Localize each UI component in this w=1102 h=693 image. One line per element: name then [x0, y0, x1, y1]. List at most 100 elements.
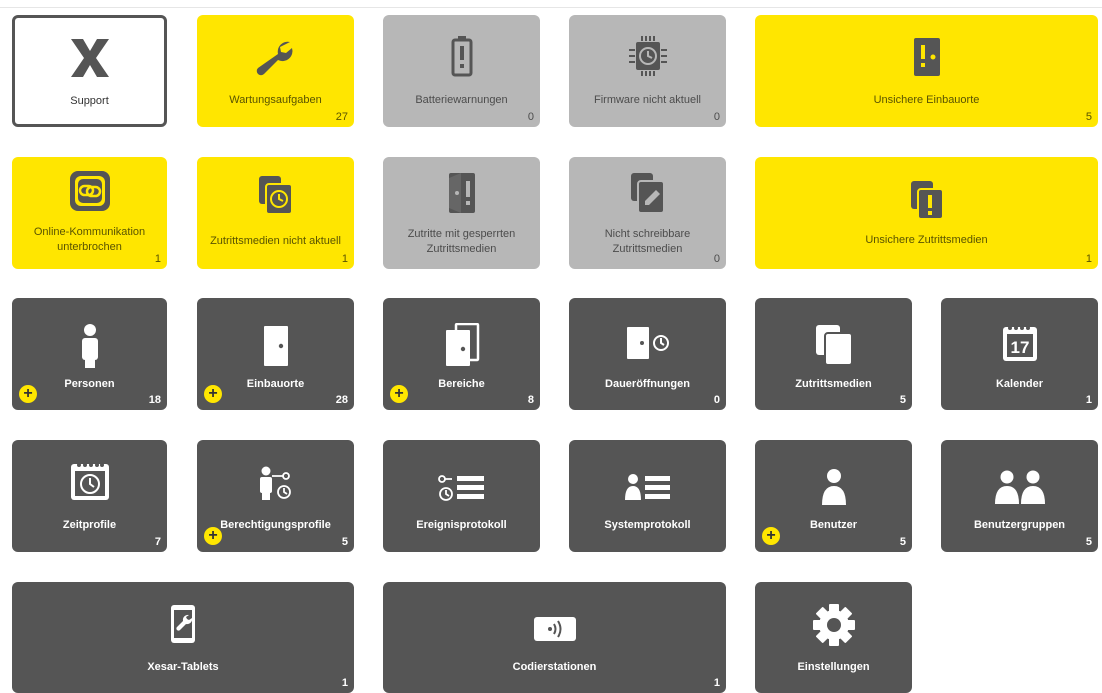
- tile-users[interactable]: Benutzer + 5: [755, 440, 912, 552]
- tile-label: Kalender: [995, 378, 1044, 390]
- tile-label: Support: [70, 95, 109, 107]
- link-icon: [69, 171, 110, 211]
- tile-maintenance[interactable]: Wartungsaufgaben 27: [197, 15, 354, 127]
- users-icon: [994, 470, 1045, 504]
- door-icon: [263, 326, 288, 366]
- tile-count: 0: [713, 394, 720, 406]
- tile-label: Codierstationen: [512, 661, 597, 673]
- tile-label: Xesar-Tablets: [147, 661, 219, 673]
- tile-count: 1: [1085, 253, 1092, 265]
- tile-permanent-open[interactable]: Daueröffnungen 0: [569, 298, 726, 410]
- tile-count: 5: [1085, 111, 1092, 123]
- tile-count: 1: [341, 253, 348, 265]
- tile-firmware[interactable]: Firmware nicht aktuell 0: [569, 15, 726, 127]
- tile-unsafe-media[interactable]: Unsichere Zutrittsmedien 1: [755, 157, 1098, 269]
- media-clock-icon: [258, 176, 293, 215]
- tile-battery[interactable]: Batteriewarnungen 0: [383, 15, 540, 127]
- tile-coding-stations[interactable]: Codierstationen 1: [383, 582, 726, 693]
- tile-label: Nicht schreibbare Zutrittsmedien: [604, 228, 691, 255]
- tile-settings[interactable]: Einstellungen: [755, 582, 912, 693]
- media-pen-icon: [630, 173, 665, 214]
- tile-permission-profiles[interactable]: Berechtigungsprofile + 5: [197, 440, 354, 552]
- tile-count: 1: [713, 677, 720, 689]
- add-user-button[interactable]: +: [762, 527, 780, 545]
- tile-label: Systemprotokoll: [604, 519, 691, 531]
- tile-count: 1: [154, 253, 161, 265]
- tile-label: Online-Kommunikation unterbrochen: [33, 226, 146, 253]
- tile-support[interactable]: Support: [12, 15, 167, 127]
- tile-user-groups[interactable]: Benutzergruppen 5: [941, 440, 1098, 552]
- tile-access-media[interactable]: Zutrittsmedien 5: [755, 298, 912, 410]
- tile-count: 0: [527, 111, 534, 123]
- add-location-button[interactable]: +: [204, 385, 222, 403]
- user-icon: [821, 469, 846, 505]
- top-divider: [0, 7, 1102, 8]
- tile-label: Firmware nicht aktuell: [594, 94, 701, 106]
- tile-count: 5: [1085, 536, 1092, 548]
- tile-label: Daueröffnungen: [605, 378, 690, 390]
- doors-icon: [445, 323, 479, 366]
- tile-persons[interactable]: Personen + 18: [12, 298, 167, 410]
- tile-label: Zutritte mit gesperrten Zutrittsmedien: [407, 228, 516, 255]
- chip-clock-icon: [628, 36, 667, 76]
- add-person-button[interactable]: +: [19, 385, 37, 403]
- tile-count: 5: [899, 394, 906, 406]
- tile-label: Zutrittsmedien: [795, 378, 872, 390]
- battery-warning-icon: [451, 36, 472, 77]
- person-icon: [81, 324, 98, 368]
- tile-time-profiles[interactable]: Zeitprofile 7: [12, 440, 167, 552]
- tile-label: Benutzergruppen: [973, 519, 1066, 531]
- tile-count: 28: [335, 394, 348, 406]
- tile-areas[interactable]: Bereiche + 8: [383, 298, 540, 410]
- coding-station-icon: [533, 617, 576, 641]
- tile-calendar[interactable]: 17 Kalender 1: [941, 298, 1098, 410]
- media-warning-icon: [910, 181, 944, 220]
- tablet-wrench-icon: [171, 605, 195, 643]
- person-key-clock-icon: [259, 466, 291, 500]
- tile-label: Bereiche: [438, 378, 485, 390]
- tile-event-log[interactable]: Ereignisprotokoll: [383, 440, 540, 552]
- calendar-clock-icon: [70, 463, 109, 500]
- tile-label: Personen: [64, 378, 115, 390]
- door-clock-icon: [626, 327, 669, 359]
- tile-label: Batteriewarnungen: [415, 94, 508, 106]
- tile-unwritable[interactable]: Nicht schreibbare Zutrittsmedien 0: [569, 157, 726, 269]
- tile-media-outdated[interactable]: Zutrittsmedien nicht aktuell 1: [197, 157, 354, 269]
- person-list-icon: [624, 474, 670, 500]
- calendar-icon: 17: [1002, 326, 1037, 361]
- tile-system-log[interactable]: Systemprotokoll: [569, 440, 726, 552]
- wrench-icon: [256, 41, 292, 76]
- tile-count: 5: [899, 536, 906, 548]
- svg-text:17: 17: [1010, 338, 1029, 357]
- tile-label: Wartungsaufgaben: [229, 94, 322, 106]
- door-warning-icon: [913, 38, 940, 76]
- tile-label: Berechtigungsprofile: [220, 519, 331, 531]
- tile-online[interactable]: Online-Kommunikation unterbrochen 1: [12, 157, 167, 269]
- tile-label: Zutrittsmedien nicht aktuell: [210, 235, 341, 247]
- gear-icon: [812, 604, 855, 646]
- key-clock-list-icon: [437, 475, 484, 501]
- tile-count: 8: [527, 394, 534, 406]
- tile-count: 0: [713, 253, 720, 265]
- cards-icon: [815, 325, 853, 366]
- add-permission-profile-button[interactable]: +: [204, 527, 222, 545]
- tile-count: 27: [335, 111, 348, 123]
- tile-count: 7: [154, 536, 161, 548]
- tile-tablets[interactable]: Xesar-Tablets 1: [12, 582, 354, 693]
- add-area-button[interactable]: +: [390, 385, 408, 403]
- door-exclamation-icon: [448, 173, 475, 213]
- tile-label: Benutzer: [809, 519, 858, 531]
- tile-label: Ereignisprotokoll: [416, 519, 507, 531]
- tile-label: Einbauorte: [246, 378, 305, 390]
- tile-count: 5: [341, 536, 348, 548]
- tile-label: Zeitprofile: [62, 519, 117, 531]
- tile-label: Einstellungen: [797, 661, 870, 673]
- tile-locations[interactable]: Einbauorte + 28: [197, 298, 354, 410]
- tile-unsafe-locations[interactable]: Unsichere Einbauorte 5: [755, 15, 1098, 127]
- tile-blocked-access[interactable]: Zutritte mit gesperrten Zutrittsmedien: [383, 157, 540, 269]
- tile-count: 1: [341, 677, 348, 689]
- tile-count: 18: [148, 394, 161, 406]
- tile-label: Unsichere Zutrittsmedien: [865, 234, 988, 246]
- tile-count: 0: [713, 111, 720, 123]
- tile-label: Unsichere Einbauorte: [873, 94, 980, 106]
